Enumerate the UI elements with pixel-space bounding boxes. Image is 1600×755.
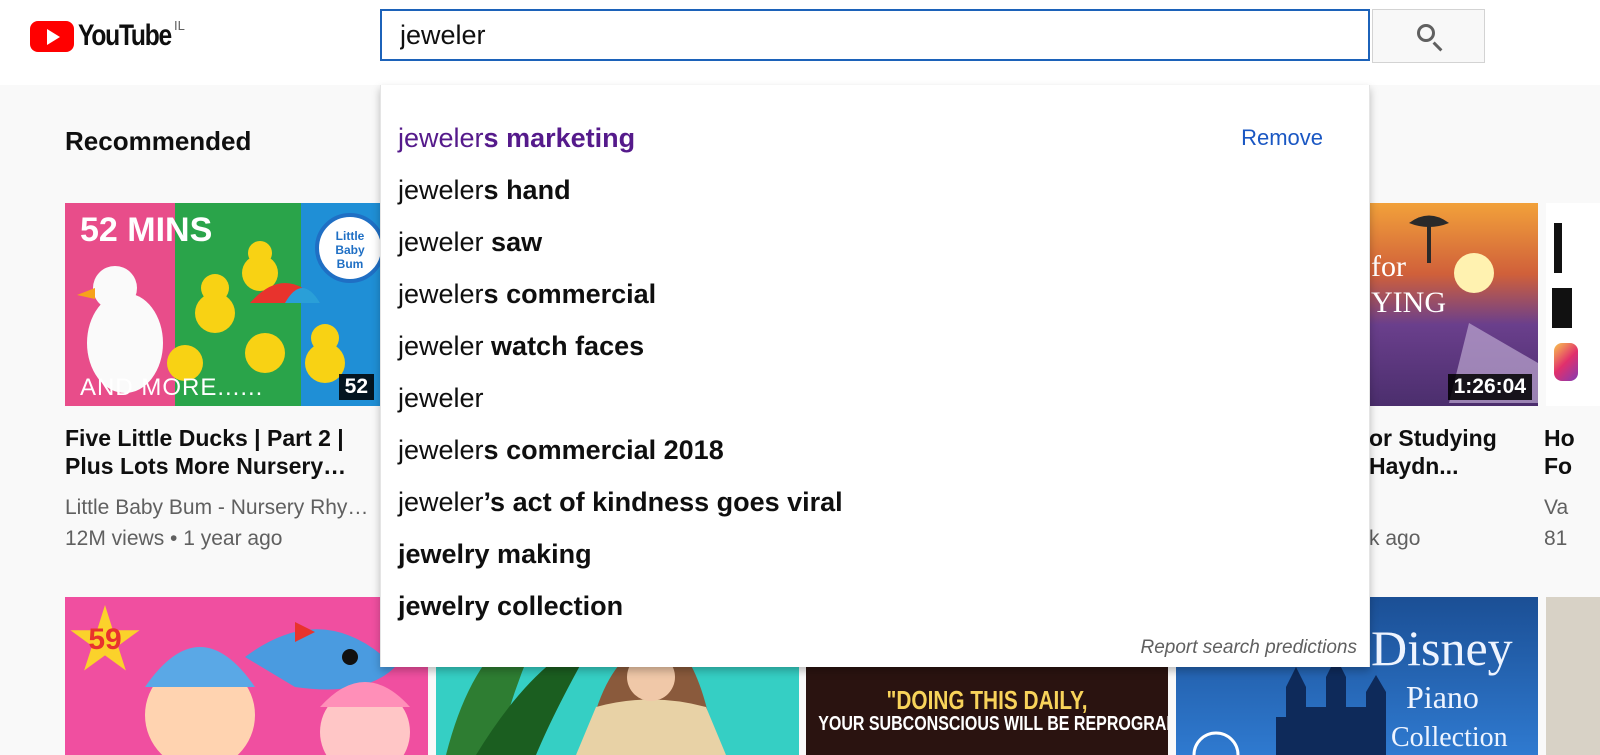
suggestion-prefix: jeweler (398, 435, 484, 465)
video-thumbnail[interactable]: for YING 1:26:04 (1369, 203, 1538, 406)
suggestion-item[interactable]: jewelers hand (398, 173, 571, 207)
search-button[interactable] (1372, 9, 1485, 63)
instagram-icon (1554, 343, 1578, 381)
top-bar: YouTube IL (0, 0, 1600, 85)
suggestion-completion: watch faces (483, 331, 645, 361)
suggestion-prefix: jeweler (398, 383, 484, 413)
video-duration: 52 (338, 374, 374, 400)
suggestion-completion: s commercial 2018 (483, 435, 724, 465)
video-thumbnail[interactable]: 59 (65, 597, 428, 755)
suggestion-prefix: jeweler (398, 123, 484, 153)
suggestion-prefix: jeweler (398, 487, 484, 517)
suggestion-prefix: jeweler (398, 227, 484, 257)
youtube-logo[interactable]: YouTube (30, 18, 191, 54)
suggestion-completion: s hand (483, 175, 571, 205)
suggestion-prefix: jeweler (398, 175, 484, 205)
youtube-play-icon (30, 20, 74, 52)
suggestion-item[interactable]: jeweler watch faces (398, 329, 644, 363)
video-age: k ago (1369, 527, 1421, 550)
suggestion-item[interactable]: jewelry making (398, 537, 592, 571)
video-stats: 12M views • 1 year ago (65, 523, 380, 554)
video-thumbnail[interactable] (1546, 203, 1600, 406)
search-suggestions-dropdown: jewelers marketing Remove jewelers hand … (380, 85, 1370, 667)
title-fragment: or Studying (1369, 425, 1497, 451)
search-input[interactable] (380, 9, 1370, 61)
remove-suggestion-link[interactable]: Remove (1241, 125, 1323, 151)
suggestion-item[interactable]: jewelers commercial (398, 277, 656, 311)
video-thumbnail[interactable] (1546, 597, 1600, 755)
channel-badge: Little Baby Bum (335, 229, 365, 271)
title-fragment: Haydn... (1369, 453, 1459, 479)
video-title[interactable]: Ho Fo (1544, 424, 1600, 480)
thumb-title-line: Disney (1371, 620, 1513, 676)
suggestion-prefix: jeweler (398, 331, 484, 361)
thumb-caption-line: "DOING THIS DAILY, (886, 685, 1088, 715)
video-title[interactable]: Five Little Ducks | Part 2 | Plus Lots M… (65, 424, 365, 480)
video-stats: 81 (1544, 527, 1568, 550)
thumb-text: for YING (1371, 250, 1446, 319)
suggestion-item[interactable]: jeweler saw (398, 225, 542, 259)
video-age: 1 year ago (183, 527, 283, 550)
search-icon (1416, 24, 1435, 42)
suggestion-item[interactable]: jewelry collection (398, 589, 623, 623)
suggestion-item[interactable]: jewelers commercial 2018 (398, 433, 724, 467)
video-channel[interactable]: Little Baby Bum - Nursery Rhy… (65, 492, 380, 523)
suggestion-completion: jewelry collection (398, 591, 624, 621)
thumb-shape (1552, 288, 1572, 328)
video-views: 12M views (65, 527, 165, 550)
suggestion-completion: jewelry making (398, 539, 592, 569)
logo-text: YouTube (78, 19, 172, 52)
suggestion-item[interactable]: jeweler (398, 381, 484, 415)
suggestion-completion: saw (483, 227, 543, 257)
thumb-title-line: Piano (1406, 679, 1479, 715)
title-fragment: Ho (1544, 425, 1575, 451)
thumb-shape (1554, 223, 1562, 273)
suggestion-completion: ’s act of kindness goes viral (483, 487, 843, 517)
suggestion-item[interactable]: jeweler’s act of kindness goes viral (398, 485, 843, 519)
separator-dot: • (170, 527, 184, 550)
thumb-title-line: Collection (1391, 722, 1508, 753)
video-title[interactable]: or Studying Haydn... (1369, 424, 1539, 480)
thumb-text-bottom: AND MORE...... (80, 374, 264, 401)
section-title: Recommended (65, 126, 252, 156)
shark-kids-illustration (145, 622, 410, 755)
report-search-predictions-link[interactable]: Report search predictions (1141, 637, 1358, 659)
thumb-caption-line: YOUR SUBCONSCIOUS WILL BE REPROGRAMED" (818, 713, 1168, 735)
suggestion-prefix: jeweler (398, 279, 484, 309)
thumb-badge-number: 59 (88, 623, 122, 656)
video-thumbnail[interactable]: 52 MINS AND MORE...... Little Baby Bum 5… (65, 203, 380, 406)
video-channel[interactable]: Va (1544, 492, 1600, 523)
thumb-text-top: 52 MINS (80, 211, 213, 249)
suggestion-completion: s commercial (483, 279, 657, 309)
suggestion-completion: s marketing (483, 123, 636, 153)
suggestion-item[interactable]: jewelers marketing (398, 121, 635, 155)
title-fragment: Fo (1544, 453, 1573, 479)
video-duration: 1:26:04 (1447, 374, 1532, 400)
country-code: IL (174, 18, 185, 33)
